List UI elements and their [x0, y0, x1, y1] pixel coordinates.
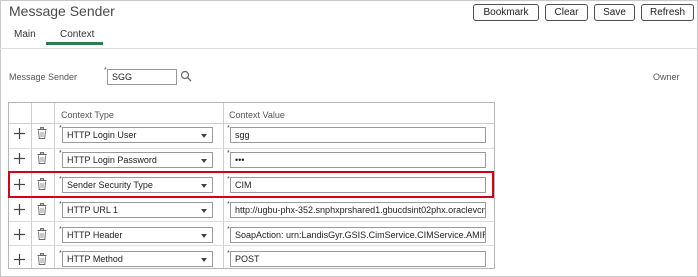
page-title: Message Sender — [9, 3, 115, 19]
context-type-value: HTTP Login User — [67, 130, 137, 140]
grid-row-divider — [9, 245, 494, 246]
message-sender-input[interactable]: SGG — [107, 69, 177, 85]
chevron-down-icon — [201, 234, 207, 238]
column-header-context-type: Context Type — [61, 110, 114, 120]
chevron-down-icon — [201, 159, 207, 163]
context-type-select[interactable]: HTTP Login User — [62, 127, 213, 143]
context-type-select[interactable]: HTTP Header — [62, 227, 213, 243]
context-value-input[interactable]: ••• — [230, 152, 486, 168]
context-value-input[interactable]: sgg — [230, 127, 486, 143]
plus-icon[interactable] — [10, 225, 28, 243]
chevron-down-icon — [201, 258, 207, 262]
context-type-select[interactable]: HTTP Login Password — [62, 152, 213, 168]
trash-icon[interactable] — [33, 225, 51, 243]
context-type-value: HTTP Login Password — [67, 155, 157, 165]
message-sender-label: Message Sender — [9, 72, 78, 82]
save-button[interactable]: Save — [594, 4, 635, 21]
trash-icon[interactable] — [33, 124, 51, 142]
tab-context[interactable]: Context — [60, 29, 94, 40]
context-value-input[interactable]: http://ugbu-phx-352.snphxprshared1.gbucd… — [230, 202, 486, 218]
chevron-down-icon — [201, 209, 207, 213]
trash-icon[interactable] — [33, 200, 51, 218]
context-type-select[interactable]: HTTP URL 1 — [62, 202, 213, 218]
plus-icon[interactable] — [10, 250, 28, 268]
chevron-down-icon — [201, 134, 207, 138]
context-type-value: HTTP URL 1 — [67, 205, 119, 215]
refresh-button[interactable]: Refresh — [641, 4, 694, 21]
grid-row-divider — [9, 221, 494, 222]
plus-icon[interactable] — [10, 200, 28, 218]
row-highlight-box — [8, 171, 494, 198]
trash-icon[interactable] — [33, 149, 51, 167]
grid-header-divider — [9, 123, 494, 124]
context-value-input[interactable]: SoapAction: urn:LandisGyr.GSIS.CimServic… — [230, 227, 486, 243]
context-value-input[interactable]: POST — [230, 251, 486, 267]
column-header-context-value: Context Value — [229, 110, 285, 120]
tab-main[interactable]: Main — [14, 29, 36, 40]
trash-icon[interactable] — [33, 250, 51, 268]
context-type-select[interactable]: HTTP Method — [62, 251, 213, 267]
context-type-value: HTTP Header — [67, 230, 123, 240]
search-icon[interactable] — [180, 70, 192, 82]
owner-label: Owner — [653, 72, 680, 82]
bookmark-button[interactable]: Bookmark — [473, 4, 539, 21]
clear-button[interactable]: Clear — [545, 4, 588, 21]
plus-icon[interactable] — [10, 149, 28, 167]
header-divider — [0, 48, 698, 49]
grid-row-divider — [9, 148, 494, 149]
plus-icon[interactable] — [10, 124, 28, 142]
context-type-value: HTTP Method — [67, 254, 123, 264]
active-tab-indicator — [46, 42, 103, 45]
